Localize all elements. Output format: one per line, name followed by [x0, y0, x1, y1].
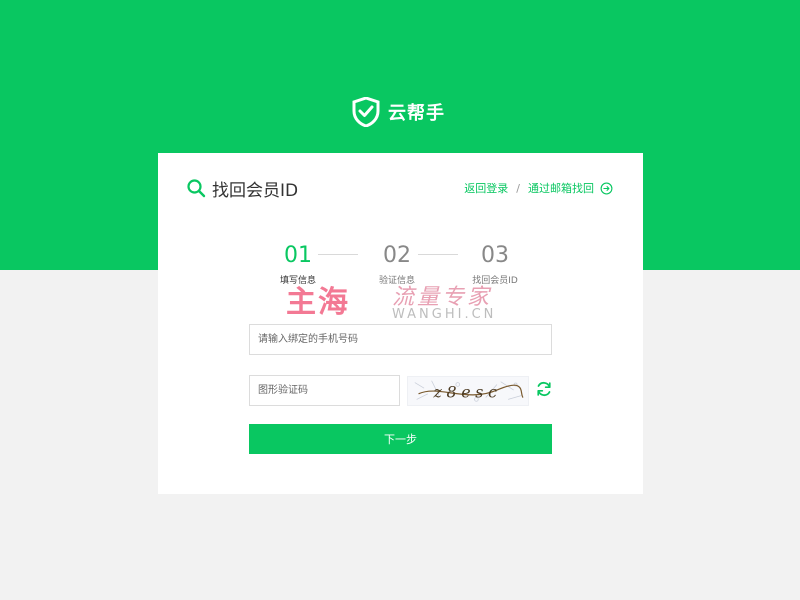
arrow-right-circle-icon[interactable]: [600, 182, 613, 195]
step-label: 填写信息: [279, 276, 316, 286]
step-number: 03: [481, 243, 509, 268]
email-recover-link[interactable]: 通过邮箱找回: [528, 180, 594, 196]
search-icon: [187, 179, 206, 198]
shield-check-icon: [352, 97, 380, 127]
page-title: 找回会员ID: [212, 180, 299, 201]
step-1: 01 填写信息: [258, 242, 338, 286]
captcha-text: z8esc: [432, 383, 501, 402]
phone-input[interactable]: [249, 324, 552, 355]
back-to-login-link[interactable]: 返回登录: [464, 180, 508, 196]
step-2: 02 验证信息: [357, 242, 437, 286]
brand-name: 云帮手: [388, 103, 445, 124]
next-step-button[interactable]: 下一步: [249, 424, 552, 454]
refresh-icon[interactable]: [535, 380, 553, 398]
step-divider: [418, 254, 458, 255]
captcha-image[interactable]: z8esc: [407, 376, 529, 406]
brand: 云帮手: [352, 96, 445, 128]
step-divider: [318, 254, 358, 255]
step-label: 找回会员ID: [472, 276, 518, 286]
captcha-input[interactable]: [249, 375, 400, 406]
card-header: 找回会员ID: [186, 175, 298, 201]
step-number: 02: [383, 243, 411, 268]
step-3: 03 找回会员ID: [455, 242, 535, 286]
step-label: 验证信息: [378, 276, 415, 286]
header-links: 返回登录 / 通过邮箱找回: [464, 179, 613, 197]
step-number: 01: [284, 243, 312, 268]
link-separator: /: [516, 181, 520, 195]
